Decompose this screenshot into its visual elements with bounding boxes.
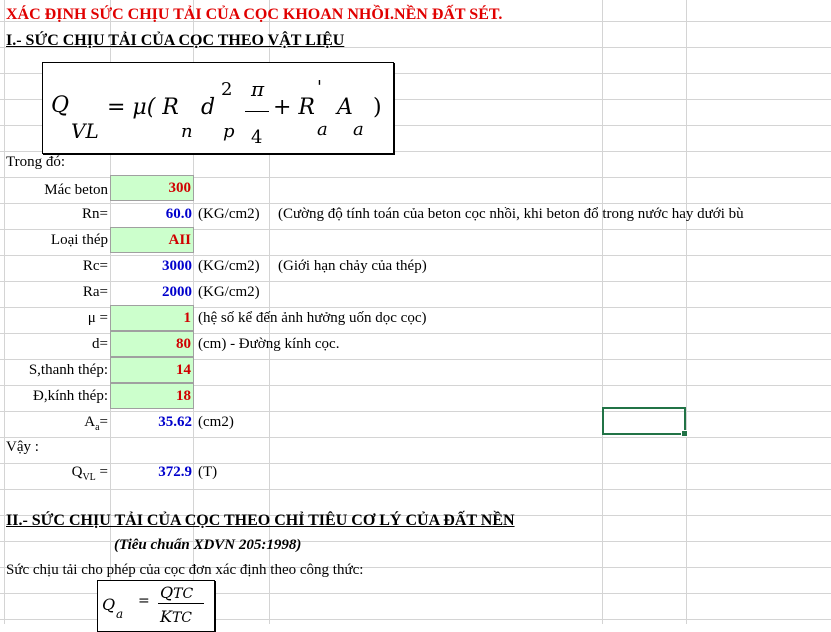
formula2-q: Q [102, 595, 116, 614]
formula2-den-main: K [160, 607, 172, 626]
ra-label[interactable]: Ra= [6, 279, 108, 305]
column-line [602, 0, 603, 624]
standard-note[interactable]: (Tiêu chuẩn XDVN 205:1998) [114, 537, 301, 554]
rc-unit[interactable]: (KG/cm2) [198, 253, 260, 279]
column-line [4, 0, 5, 624]
formula-a-sub1: a [317, 119, 328, 140]
qvl-value[interactable]: 372.9 [110, 459, 192, 485]
formula-qvl-image[interactable]: Q VL = μ( R n d 2 p π 4 + R ' a A a ) [42, 62, 394, 154]
formula2-a-sub: a [116, 607, 124, 621]
rn-unit[interactable]: (KG/cm2) [198, 201, 260, 227]
rn-value[interactable]: 60.0 [110, 201, 192, 227]
mu-note[interactable]: (hệ số kể đến ảnh hưởng uốn dọc cọc) [198, 305, 427, 331]
aa-label-main: A [84, 414, 96, 430]
column-line [686, 0, 687, 624]
qvl-label[interactable]: QVL = [6, 459, 108, 491]
qvl-label-sub: VL [82, 472, 96, 483]
formula-n: n [181, 121, 193, 142]
rc-note[interactable]: (Giới hạn chảy của thép) [278, 253, 427, 279]
formula-d: d [201, 95, 216, 120]
mac-beton-label[interactable]: Mác beton [6, 177, 108, 203]
qvl-unit[interactable]: (T) [198, 459, 217, 485]
formula-qa-image[interactable]: Q a = QTC KTC [97, 580, 215, 632]
aa-unit[interactable]: (cm2) [198, 409, 234, 435]
selected-cell[interactable] [602, 407, 688, 437]
section2-intro[interactable]: Sức chịu tải cho phép của cọc đơn xác đị… [6, 562, 363, 579]
formula-plus-r: + R [273, 95, 315, 120]
formula-a-sub2: a [353, 119, 364, 140]
loai-thep-input[interactable]: AII [110, 227, 194, 253]
formula-a: A [337, 95, 353, 120]
d-note[interactable]: (cm) - Đường kính cọc. [198, 331, 339, 357]
formula-eq: = μ( R [107, 95, 179, 120]
rc-label[interactable]: Rc= [6, 253, 108, 279]
formula-p: p [223, 121, 235, 142]
formula-q: Q [51, 93, 70, 118]
mu-input[interactable]: 1 [110, 305, 194, 331]
sheet-title[interactable]: XÁC ĐỊNH SỨC CHỊU TẢI CỦA CỌC KHOAN NHỒI… [6, 6, 502, 24]
loai-thep-label[interactable]: Loại thép [6, 227, 108, 253]
mac-beton-input[interactable]: 300 [110, 175, 194, 201]
formula2-num-sub: TC [173, 586, 194, 602]
d-label[interactable]: d= [6, 331, 108, 357]
rn-note[interactable]: (Cường độ tính toán của beton cọc nhồi, … [278, 201, 744, 227]
formula-exp: 2 [221, 79, 233, 100]
formula-prime: ' [317, 77, 322, 98]
rc-value[interactable]: 3000 [110, 253, 192, 279]
formula-four: 4 [251, 127, 263, 148]
d-kinh-thep-label[interactable]: Đ,kính thép: [6, 383, 108, 409]
conclusion-label[interactable]: Vậy : [6, 439, 39, 456]
formula2-num-main: Q [160, 583, 174, 602]
s-thanh-thep-label[interactable]: S,thanh thép: [6, 357, 108, 383]
formula-fraction-bar [245, 111, 269, 112]
qvl-label-tail: = [95, 464, 108, 480]
d-kinh-thep-input[interactable]: 18 [110, 383, 194, 409]
formula2-num: QTC [160, 583, 193, 602]
aa-label[interactable]: Aa= [6, 409, 108, 441]
formula2-fraction-bar [158, 603, 204, 604]
mu-label[interactable]: μ = [6, 305, 108, 331]
formula2-eq: = [138, 593, 150, 609]
s-thanh-thep-input[interactable]: 14 [110, 357, 194, 383]
section1-heading[interactable]: I.- SỨC CHỊU TẢI CỦA CỌC THEO VẬT LIỆU [6, 32, 344, 50]
section2-heading[interactable]: II.- SỨC CHỊU TẢI CỦA CỌC THEO CHỈ TIÊU … [6, 512, 515, 530]
formula-pi: π [251, 77, 265, 101]
aa-label-tail: = [99, 414, 108, 430]
d-input[interactable]: 80 [110, 331, 194, 357]
where-label[interactable]: Trong đó: [6, 154, 65, 171]
formula2-den: KTC [160, 607, 192, 626]
qvl-label-main: Q [71, 464, 83, 480]
aa-value[interactable]: 35.62 [110, 409, 192, 435]
rn-label[interactable]: Rn= [6, 201, 108, 227]
formula-vl-sub: VL [71, 119, 99, 143]
ra-unit[interactable]: (KG/cm2) [198, 279, 260, 305]
fill-handle[interactable] [681, 430, 688, 437]
ra-value[interactable]: 2000 [110, 279, 192, 305]
formula-close: ) [373, 95, 382, 120]
